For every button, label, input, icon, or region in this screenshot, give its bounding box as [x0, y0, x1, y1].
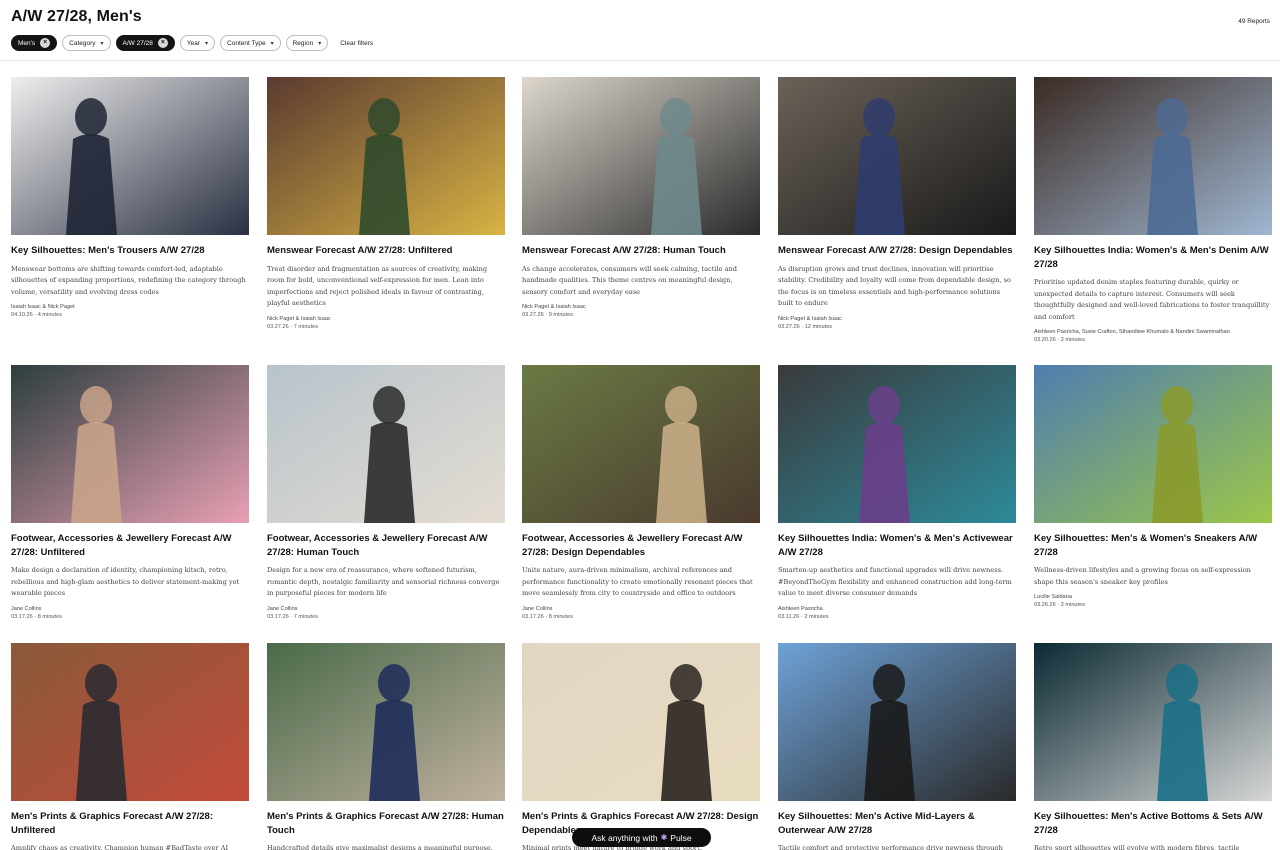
report-grid: Key Silhouettes: Men's Trousers A/W 27/2…	[0, 0, 1280, 850]
report-card[interactable]: Key Silhouettes: Men's & Women's Sneaker…	[1034, 365, 1272, 609]
report-authors: Nick Paget & Isaiah Isaac	[522, 304, 586, 310]
report-description: Treat disorder and fragmentation as sour…	[267, 264, 488, 308]
report-title[interactable]: Key Silhouettes: Men's & Women's Sneaker…	[1034, 532, 1272, 559]
report-title[interactable]: Footwear, Accessories & Jewellery Foreca…	[267, 532, 505, 559]
report-description: Smarten-up aesthetics and functional upg…	[778, 566, 1012, 597]
report-authors: Lucille Saldana	[1034, 594, 1072, 600]
report-description: Amplify chaos as creativity. Champion hu…	[11, 844, 229, 850]
report-description: Menswear bottoms are shifting towards co…	[11, 264, 246, 296]
report-authors: Nick Paget & Isaiah Isaac	[267, 315, 331, 322]
report-description: Prioritise updated denim staples featuri…	[1034, 278, 1270, 321]
report-date-readtime: 03.17.26 · 7 minutes	[267, 613, 318, 620]
report-authors: Jane Collins	[267, 605, 298, 612]
report-title[interactable]: Key Silhouettes: Men's Trousers A/W 27/2…	[11, 244, 249, 258]
report-card[interactable]: Men's Prints & Graphics Forecast A/W 27/…	[11, 643, 249, 850]
pulse-brand: Pulse	[670, 832, 692, 843]
report-title[interactable]: Men's Prints & Graphics Forecast A/W 27/…	[11, 810, 249, 837]
report-date-readtime: 03.11.26 · 2 minutes	[778, 613, 829, 620]
report-date-readtime: 03.20.26 · 2 minutes	[1034, 337, 1085, 343]
report-card[interactable]: Footwear, Accessories & Jewellery Foreca…	[11, 365, 249, 621]
report-description: As change accelerates, consumers will se…	[522, 264, 737, 296]
report-card[interactable]: Menswear Forecast A/W 27/28: Unfiltered T…	[267, 77, 505, 331]
report-card[interactable]: Footwear, Accessories & Jewellery Foreca…	[522, 365, 760, 621]
report-card[interactable]: Key Silhouettes India: Women's & Men's D…	[1034, 77, 1272, 344]
report-date-readtime: 03.17.26 · 8 minutes	[11, 613, 62, 620]
report-description: Retro sport silhouettes will evolve with…	[1034, 844, 1240, 850]
report-card[interactable]: Footwear, Accessories & Jewellery Foreca…	[267, 365, 505, 621]
report-description: Unite nature, aura-driven minimalism, ar…	[522, 566, 753, 597]
report-description: Design for a new era of reassurance, whe…	[267, 566, 500, 597]
report-title[interactable]: Key Silhouettes: Men's Active Bottoms & …	[1034, 810, 1272, 837]
report-thumbnail[interactable]	[522, 77, 760, 235]
report-date-readtime: 03.27.26 · 12 minutes	[778, 323, 833, 330]
sparkle-icon: ✱	[660, 833, 668, 842]
report-title[interactable]: Footwear, Accessories & Jewellery Foreca…	[11, 532, 249, 559]
report-title[interactable]: Men's Prints & Graphics Forecast A/W 27/…	[267, 810, 505, 837]
report-authors: Aishleen Pasricha	[778, 605, 823, 612]
report-description: Make design a declaration of identity, c…	[11, 566, 240, 597]
report-date-readtime: 04.10.26 · 4 minutes	[11, 312, 62, 318]
report-card[interactable]: Key Silhouettes: Men's Active Bottoms & …	[1034, 643, 1272, 850]
report-thumbnail[interactable]	[267, 643, 505, 801]
report-card[interactable]: Men's Prints & Graphics Forecast A/W 27/…	[267, 643, 505, 850]
report-card[interactable]: Key Silhouettes: Men's Trousers A/W 27/2…	[11, 77, 249, 319]
report-thumbnail[interactable]	[522, 365, 760, 523]
report-title[interactable]: Key Silhouettes: Men's Active Mid-Layers…	[778, 810, 1016, 837]
report-thumbnail[interactable]	[11, 643, 249, 801]
report-thumbnail[interactable]	[11, 365, 249, 523]
report-thumbnail[interactable]	[1034, 643, 1272, 801]
report-card[interactable]: Menswear Forecast A/W 27/28: Human Touch…	[522, 77, 760, 319]
report-date-readtime: 03.17.26 · 8 minutes	[522, 613, 573, 620]
report-thumbnail[interactable]	[778, 77, 1016, 235]
report-card[interactable]: Men's Prints & Graphics Forecast A/W 27/…	[522, 643, 760, 850]
report-thumbnail[interactable]	[778, 365, 1016, 523]
report-thumbnail[interactable]	[522, 643, 760, 801]
report-thumbnail[interactable]	[778, 643, 1016, 801]
report-authors: Jane Collins	[11, 605, 42, 612]
report-title[interactable]: Menswear Forecast A/W 27/28: Design Depe…	[778, 244, 1016, 258]
report-thumbnail[interactable]	[1034, 77, 1272, 235]
report-authors: Nick Paget & Isaiah Isaac	[778, 315, 842, 322]
report-title[interactable]: Footwear, Accessories & Jewellery Foreca…	[522, 532, 760, 559]
report-thumbnail[interactable]	[11, 77, 249, 235]
report-date-readtime: 03.27.26 · 7 minutes	[267, 323, 318, 330]
report-title[interactable]: Menswear Forecast A/W 27/28: Unfiltered	[267, 244, 505, 258]
report-date-readtime: 03.27.26 · 9 minutes	[522, 312, 573, 318]
report-title[interactable]: Menswear Forecast A/W 27/28: Human Touch	[522, 244, 760, 258]
report-thumbnail[interactable]	[267, 365, 505, 523]
report-thumbnail[interactable]	[1034, 365, 1272, 523]
report-description: As disruption grows and trust declines, …	[778, 264, 1011, 308]
report-thumbnail[interactable]	[267, 77, 505, 235]
report-title[interactable]: Key Silhouettes India: Women's & Men's D…	[1034, 244, 1272, 271]
report-authors: Isaiah Isaac & Nick Paget	[11, 304, 75, 310]
report-card[interactable]: Menswear Forecast A/W 27/28: Design Depe…	[778, 77, 1016, 331]
pulse-label: Ask anything with	[591, 832, 658, 843]
report-description: Wellness-driven lifestyles and a growing…	[1034, 566, 1251, 586]
report-authors: Jane Collins	[522, 605, 553, 612]
report-card[interactable]: Key Silhouettes: Men's Active Mid-Layers…	[778, 643, 1016, 850]
report-title[interactable]: Key Silhouettes India: Women's & Men's A…	[778, 532, 1016, 559]
ask-pulse-button[interactable]: Ask anything with ✱ Pulse	[572, 828, 711, 847]
report-description: Handcrafted details give maximalist desi…	[267, 844, 493, 850]
report-description: Tactile comfort and protective performan…	[778, 844, 1003, 850]
report-date-readtime: 03.26.26 · 2 minutes	[1034, 602, 1085, 608]
report-card[interactable]: Key Silhouettes India: Women's & Men's A…	[778, 365, 1016, 621]
report-authors: Aishleen Pasricha, Susie Crafton, Sthand…	[1034, 329, 1230, 335]
